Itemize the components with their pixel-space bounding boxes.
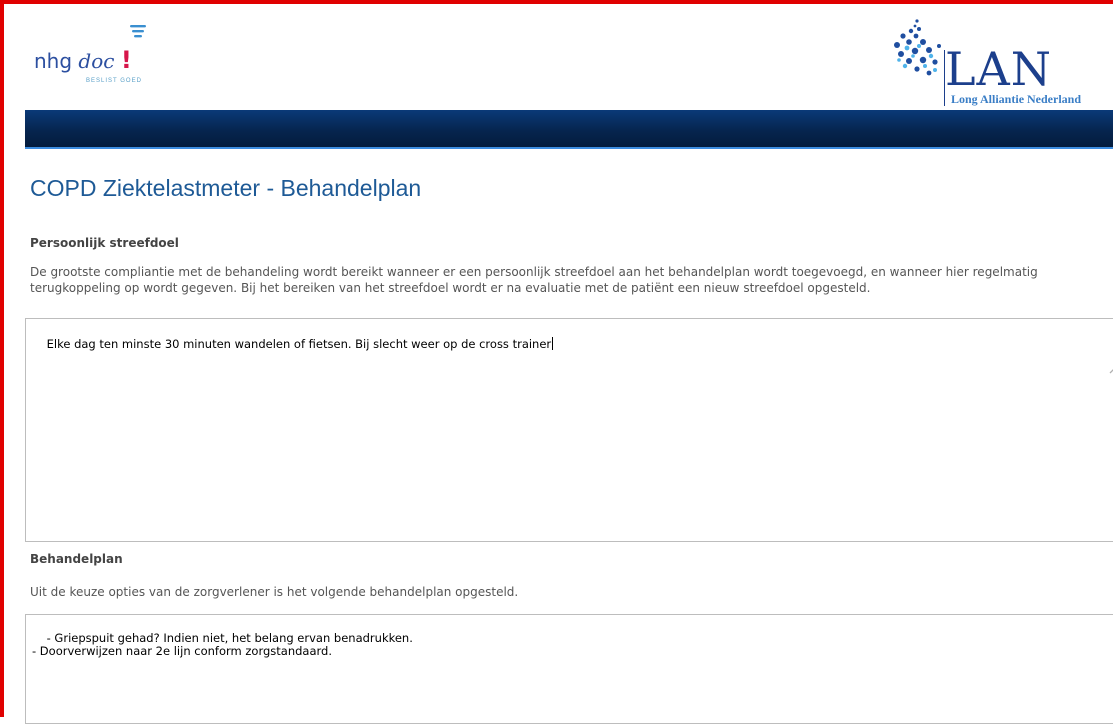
navigation-bar — [25, 110, 1113, 149]
goal-textarea-value: Elke dag ten minste 30 minuten wandelen … — [46, 337, 552, 351]
plan-description: Uit de keuze opties van de zorgverlener … — [30, 585, 519, 599]
nhg-brand-suffix: doc — [78, 49, 115, 73]
lan-divider — [944, 50, 945, 106]
goal-heading: Persoonlijk streefdoel — [30, 236, 179, 250]
plan-textarea[interactable]: - Griepspuit gehad? Indien niet, het bel… — [25, 614, 1113, 724]
lan-dots-icon — [894, 19, 941, 76]
plan-textarea-value: - Griepspuit gehad? Indien niet, het bel… — [32, 631, 413, 658]
lan-full-name: Long Alliantie Nederland — [951, 92, 1082, 106]
nhg-brand-mark: ! — [120, 46, 132, 74]
text-caret — [552, 337, 554, 350]
wifi-signal-icon — [130, 25, 146, 38]
nhg-doc-logo: nhg doc ! BESLIST GOED — [34, 24, 164, 94]
goal-description: De grootste compliantie met de behandeli… — [30, 265, 1038, 295]
goal-textarea[interactable]: Elke dag ten minste 30 minuten wandelen … — [25, 318, 1113, 542]
nhg-brand-prefix: nhg — [34, 49, 73, 73]
chevron-down-icon[interactable] — [1108, 517, 1113, 531]
nhg-slogan: BESLIST GOED — [86, 78, 142, 84]
lan-abbrev: LAN — [945, 42, 1053, 96]
nhg-brand-text: nhg doc ! — [34, 46, 132, 74]
plan-heading: Behandelplan — [30, 552, 123, 566]
page-title: COPD Ziektelastmeter - Behandelplan — [30, 175, 422, 201]
header: nhg doc ! BESLIST GOED LAN Long Allianti… — [4, 4, 1113, 110]
lan-logo: LAN Long Alliantie Nederland — [889, 18, 1113, 110]
chevron-up-icon[interactable] — [1108, 335, 1113, 374]
